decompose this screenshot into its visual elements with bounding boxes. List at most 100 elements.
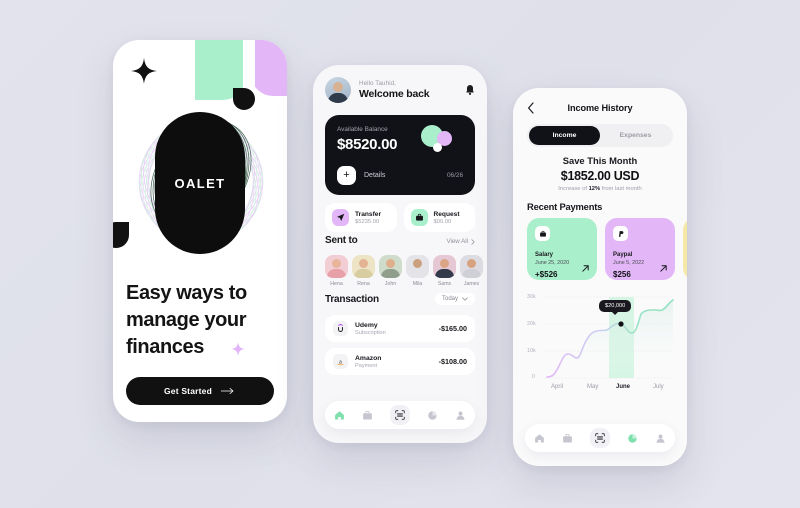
bottom-nav: [525, 424, 675, 452]
transaction-sub: Subscription: [355, 329, 386, 336]
payment-card-next[interactable]: [683, 218, 687, 280]
get-started-label: Get Started: [163, 386, 213, 396]
bell-icon[interactable]: [465, 84, 475, 96]
transaction-filter[interactable]: Today: [434, 293, 475, 305]
sent-to-title: Sent to: [325, 235, 358, 246]
sent-to-people: Hena Rena John Mila Sams James: [325, 255, 483, 287]
recent-payments-title: Recent Payments: [527, 201, 603, 212]
briefcase-icon[interactable]: [562, 433, 573, 444]
scan-icon[interactable]: [589, 428, 610, 448]
chart-tooltip: $20,000: [599, 300, 632, 312]
x-tick-june: June: [616, 384, 631, 390]
transaction-title: Transaction: [325, 293, 379, 305]
note-suffix: from last month: [600, 186, 642, 192]
bottom-nav: [325, 401, 475, 429]
income-expenses-tabs: Income Expenses: [527, 124, 673, 147]
tab-income[interactable]: Income: [529, 126, 600, 145]
transfer-action[interactable]: Transfer $5235.00: [325, 203, 397, 232]
y-tick-10k: 10k: [527, 348, 536, 354]
scan-icon[interactable]: [389, 405, 410, 425]
get-started-button[interactable]: Get Started: [126, 377, 274, 405]
save-this-month-note: Increase of 12% from last month: [513, 186, 687, 192]
avatar[interactable]: [325, 77, 351, 103]
person-name: Mila: [412, 281, 423, 287]
person-avatar: [460, 255, 483, 278]
person-icon[interactable]: [455, 410, 466, 421]
home-icon[interactable]: [534, 433, 545, 444]
page-title: Income History: [567, 103, 633, 113]
x-tick-may: May: [587, 384, 599, 390]
y-tick-30k: 30k: [527, 294, 536, 300]
briefcase-icon[interactable]: [362, 410, 373, 421]
available-balance-card[interactable]: Available Balance $8520.00 + Details 06/…: [325, 115, 475, 195]
person-avatar: [433, 255, 456, 278]
briefcase-icon: [535, 226, 550, 241]
transaction-sub: Payment: [355, 362, 378, 369]
transaction-amount: -$165.00: [438, 324, 467, 333]
list-item[interactable]: Hena: [325, 255, 348, 287]
home-icon[interactable]: [334, 410, 345, 421]
person-avatar: [325, 255, 348, 278]
payment-name: Salary: [535, 252, 554, 258]
person-avatar: [352, 255, 375, 278]
transfer-amount: $5235.00: [355, 218, 380, 225]
list-item[interactable]: Sams: [433, 255, 456, 287]
greeting-small: Hello Tauhid,: [359, 80, 396, 87]
briefcase-icon: [410, 209, 428, 226]
person-name: James: [463, 281, 480, 287]
transaction-list: Udemy Subscription -$165.00 a Amazon Pay…: [325, 315, 475, 375]
save-this-month-amount: $1852.00 USD: [560, 169, 640, 183]
note-value: 12%: [588, 186, 601, 192]
person-icon[interactable]: [655, 433, 666, 444]
phone-home: Hello Tauhid, Welcome back Available Bal…: [313, 65, 487, 443]
chevron-left-icon[interactable]: [527, 102, 535, 114]
logo-text: OALET: [174, 175, 226, 191]
pie-chart-icon[interactable]: [627, 433, 638, 444]
greeting-main: Welcome back: [359, 88, 430, 100]
transaction-amount: -$108.00: [438, 357, 467, 366]
list-item[interactable]: James: [460, 255, 483, 287]
recent-payments-list: Salary June 25, 2020 +$526 Paypal June 5…: [527, 218, 687, 280]
request-amount: $00.00: [433, 218, 452, 225]
list-item[interactable]: Mila: [406, 255, 429, 287]
plus-icon[interactable]: +: [337, 166, 356, 185]
y-tick-0: 0: [532, 374, 535, 380]
send-icon: [332, 209, 349, 226]
table-row[interactable]: Udemy Subscription -$165.00: [325, 315, 475, 342]
arrow-up-right-icon: [582, 265, 589, 272]
card-decoration: [421, 125, 463, 155]
request-action[interactable]: Request $00.00: [403, 203, 475, 232]
phone-income-history: Income History Income Expenses Save This…: [513, 88, 687, 466]
view-all-link[interactable]: View All: [446, 238, 475, 245]
balance-card-footer: + Details 06/26: [337, 166, 463, 185]
phone-onboarding: OALET Easy ways to manage your finances …: [113, 40, 287, 422]
pie-chart-icon[interactable]: [427, 410, 438, 421]
chevron-right-icon: [471, 238, 475, 245]
person-avatar: [406, 255, 429, 278]
payment-card-paypal[interactable]: Paypal June 5, 2022 $256: [605, 218, 675, 280]
y-tick-20k: 20k: [527, 321, 536, 327]
decorative-purple-shape: [251, 40, 287, 96]
transaction-name: Amazon: [355, 354, 382, 362]
details-label[interactable]: Details: [364, 172, 385, 179]
view-all-label: View All: [446, 238, 468, 245]
person-name: John: [384, 281, 397, 287]
tab-expenses[interactable]: Expenses: [600, 126, 671, 145]
save-this-month-label: Save This Month: [562, 155, 638, 166]
filter-label: Today: [441, 296, 458, 302]
person-name: Rena: [357, 281, 370, 287]
sparkle-icon: [131, 58, 157, 84]
amazon-logo: a: [333, 354, 348, 369]
person-name: Hena: [330, 281, 343, 287]
x-tick-april: April: [551, 384, 564, 390]
sent-to-header: Sent to View All: [325, 235, 475, 246]
table-row[interactable]: a Amazon Payment -$108.00: [325, 348, 475, 375]
list-item[interactable]: Rena: [352, 255, 375, 287]
udemy-logo: [333, 321, 348, 336]
income-chart: 30k 20k 10k 0 $20,000 April May June Jul…: [521, 288, 679, 400]
transaction-name: Udemy: [355, 321, 378, 329]
payment-card-salary[interactable]: Salary June 25, 2020 +$526: [527, 218, 597, 280]
list-item[interactable]: John: [379, 255, 402, 287]
request-label: Request: [433, 210, 460, 218]
person-avatar: [379, 255, 402, 278]
